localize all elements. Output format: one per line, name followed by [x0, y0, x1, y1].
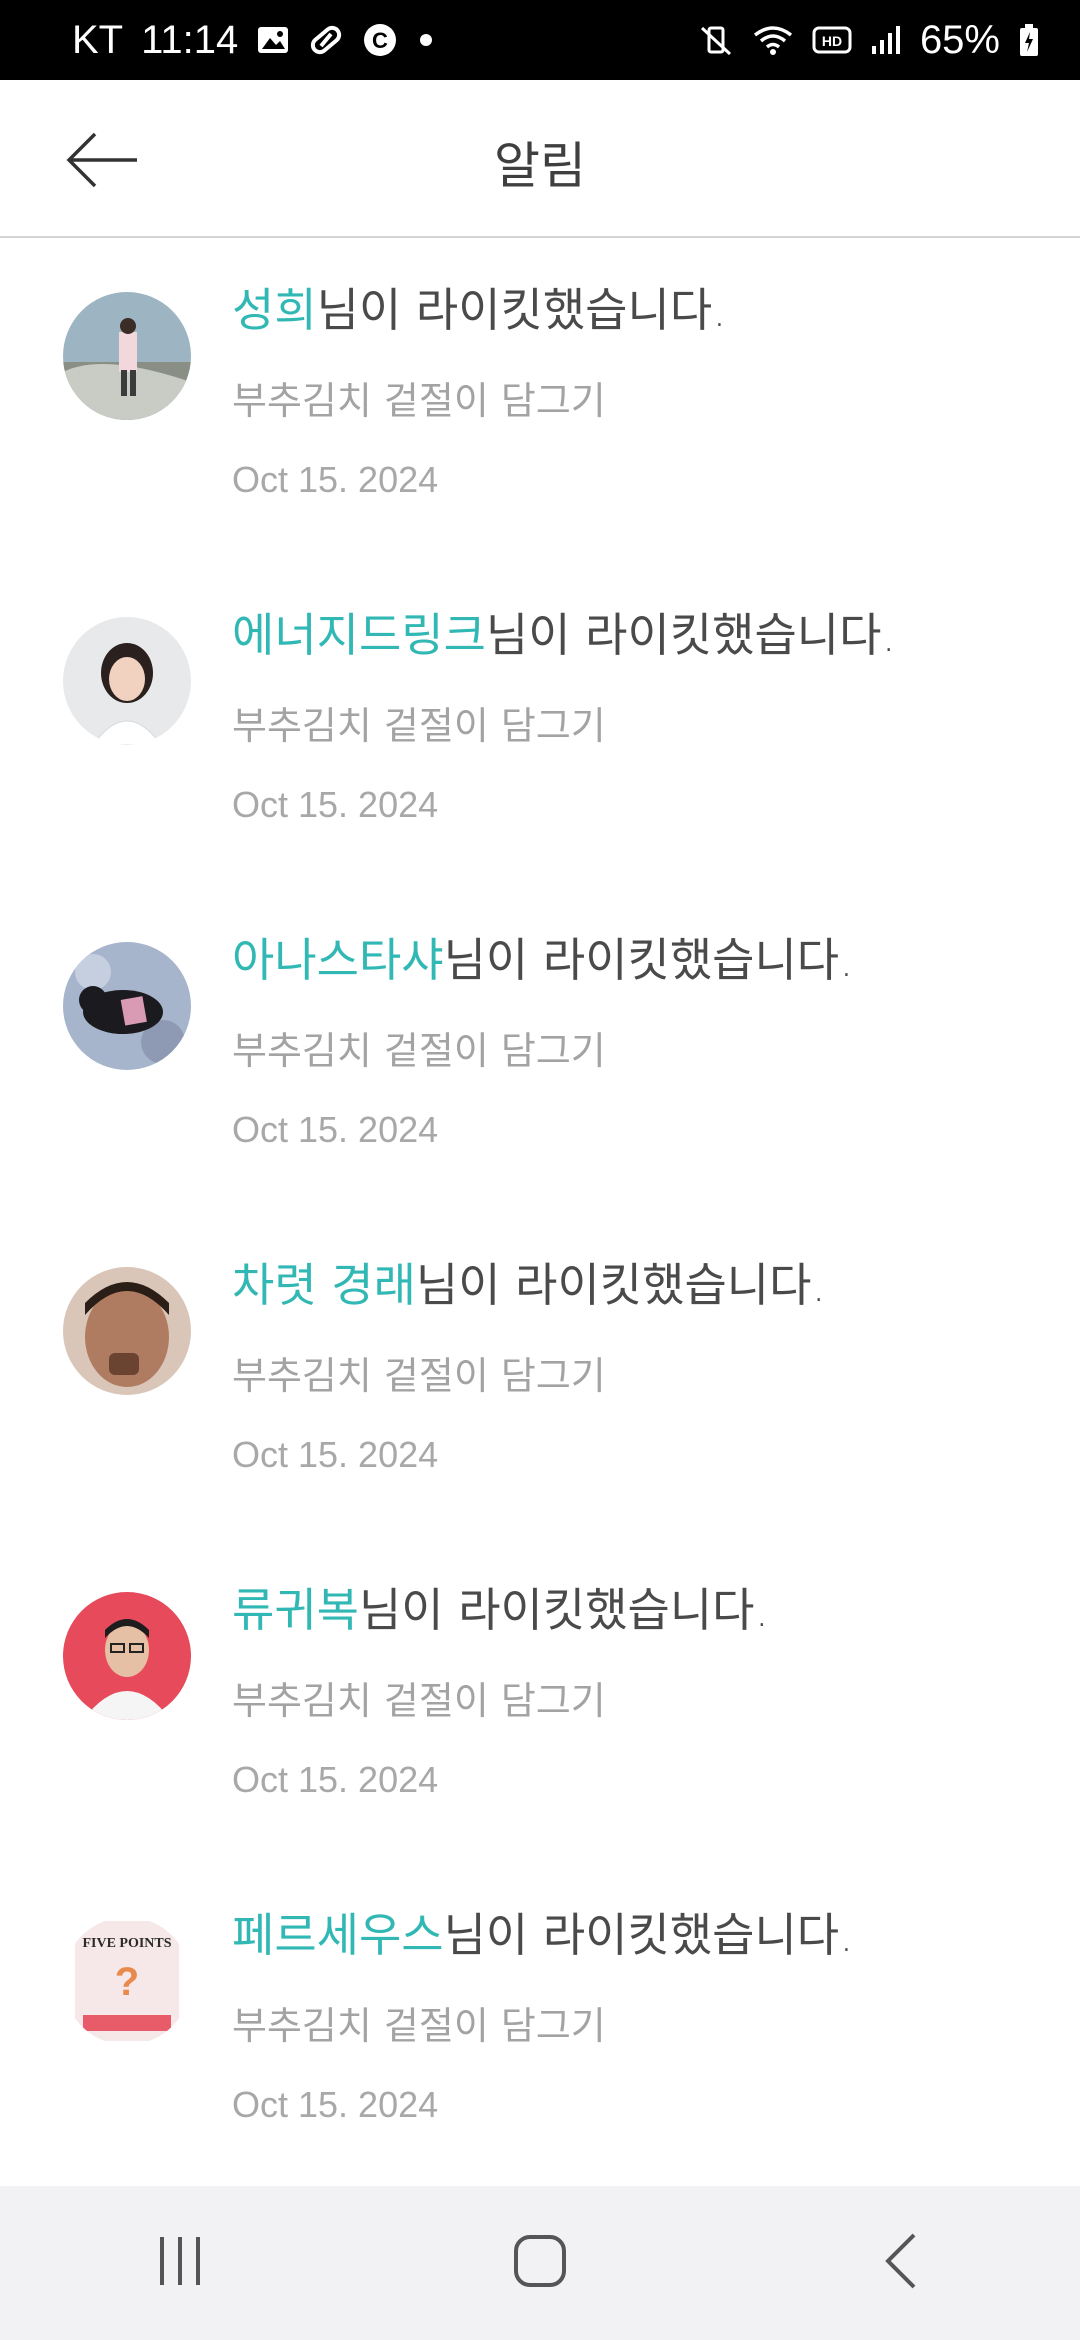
notification-suffix: 님이 라이킷했습니다. — [443, 1908, 854, 1962]
notification-item[interactable]: FIVE POINTS? 페르세우스님이 라이킷했습니다. 부추김치 겉절이 담… — [0, 1865, 1080, 2190]
notification-user[interactable]: 차렷 경래 — [232, 1258, 416, 1312]
notification-date: Oct 15. 2024 — [232, 1758, 439, 1800]
notification-suffix: 님이 라이킷했습니다. — [485, 608, 897, 662]
notification-text: 페르세우스님이 라이킷했습니다. 부추김치 겉절이 담그기 Oct 15. 20… — [232, 1907, 1050, 2126]
notification-message: 성희님이 라이킷했습니다. — [232, 282, 1050, 340]
notification-text: 성희님이 라이킷했습니다. 부추김치 겉절이 담그기 Oct 15. 2024 — [232, 282, 1050, 501]
notification-message: 아나스타샤님이 라이킷했습니다. — [232, 932, 1050, 990]
svg-text:HD: HD — [822, 33, 842, 49]
system-nav-bar — [0, 2186, 1080, 2340]
book-cover-title: FIVE POINTS — [82, 1936, 171, 1951]
home-button[interactable] — [480, 2213, 600, 2313]
notification-message: 페르세우스님이 라이킷했습니다. — [232, 1907, 1050, 1965]
wifi-icon — [752, 23, 794, 57]
notification-user[interactable]: 에너지드링크 — [232, 608, 486, 662]
system-back-button[interactable] — [840, 2213, 960, 2313]
notification-suffix: 님이 라이킷했습니다. — [415, 1258, 827, 1312]
svg-text:C: C — [372, 28, 388, 53]
notification-date: Oct 15. 2024 — [232, 783, 439, 825]
notification-post-title: 부추김치 겉절이 담그기 — [232, 1028, 606, 1073]
home-icon — [513, 2234, 567, 2292]
c-icon: C — [362, 22, 398, 58]
battery-percent: 65% — [919, 17, 1000, 62]
notification-post-title: 부추김치 겉절이 담그기 — [232, 703, 606, 748]
notification-message: 에너지드링크님이 라이킷했습니다. — [232, 607, 1050, 665]
hd-icon: HD — [812, 25, 852, 55]
notification-text: 류귀복님이 라이킷했습니다. 부추김치 겉절이 담그기 Oct 15. 2024 — [232, 1582, 1050, 1801]
notification-item[interactable]: 성희님이 라이킷했습니다. 부추김치 겉절이 담그기 Oct 15. 2024 — [0, 240, 1080, 565]
chevron-left-icon — [880, 2231, 920, 2295]
notification-date: Oct 15. 2024 — [232, 1108, 439, 1150]
notification-date: Oct 15. 2024 — [232, 458, 439, 500]
notification-user[interactable]: 류귀복 — [232, 1583, 359, 1637]
avatar[interactable] — [63, 292, 191, 420]
pill-icon — [308, 22, 344, 58]
notification-date: Oct 15. 2024 — [232, 1433, 439, 1475]
mute-vibrate-icon — [698, 22, 734, 58]
notification-post-title: 부추김치 겉절이 담그기 — [232, 2003, 606, 2048]
carrier-label: KT — [72, 17, 124, 62]
notification-post-title: 부추김치 겉절이 담그기 — [232, 1353, 606, 1398]
notification-user[interactable]: 성희 — [232, 283, 317, 337]
battery-icon — [1018, 23, 1040, 57]
notification-post-title: 부추김치 겉절이 담그기 — [232, 378, 606, 423]
notification-item[interactable]: 아나스타샤님이 라이킷했습니다. 부추김치 겉절이 담그기 Oct 15. 20… — [0, 890, 1080, 1215]
status-bar: KT 11:14 C HD 65% — [0, 0, 1080, 80]
notification-suffix: 님이 라이킷했습니다. — [316, 283, 727, 337]
notification-message: 차렷 경래님이 라이킷했습니다. — [232, 1257, 1050, 1315]
notification-item[interactable]: 차렷 경래님이 라이킷했습니다. 부추김치 겉절이 담그기 Oct 15. 20… — [0, 1215, 1080, 1540]
notification-text: 에너지드링크님이 라이킷했습니다. 부추김치 겉절이 담그기 Oct 15. 2… — [232, 607, 1050, 826]
notification-item[interactable]: 류귀복님이 라이킷했습니다. 부추김치 겉절이 담그기 Oct 15. 2024 — [0, 1540, 1080, 1865]
notification-user[interactable]: 아나스타샤 — [232, 933, 444, 987]
page-title: 알림 — [494, 137, 586, 195]
notification-text: 차렷 경래님이 라이킷했습니다. 부추김치 겉절이 담그기 Oct 15. 20… — [232, 1257, 1050, 1476]
notification-text: 아나스타샤님이 라이킷했습니다. 부추김치 겉절이 담그기 Oct 15. 20… — [232, 932, 1050, 1151]
signal-icon — [870, 24, 902, 56]
notification-suffix: 님이 라이킷했습니다. — [443, 933, 854, 987]
svg-text:?: ? — [115, 1960, 139, 2004]
gallery-icon — [256, 23, 290, 57]
notification-post-title: 부추김치 겉절이 담그기 — [232, 1678, 606, 1723]
notification-item[interactable]: 에너지드링크님이 라이킷했습니다. 부추김치 겉절이 담그기 Oct 15. 2… — [0, 565, 1080, 890]
avatar[interactable] — [63, 1267, 191, 1395]
notification-message: 류귀복님이 라이킷했습니다. — [232, 1582, 1050, 1640]
recent-apps-button[interactable] — [120, 2213, 240, 2313]
avatar[interactable]: FIVE POINTS? — [63, 1917, 191, 2045]
app-header: 알림 — [0, 80, 1080, 238]
dot-icon — [416, 30, 436, 50]
status-left: KT 11:14 C — [72, 18, 436, 63]
avatar[interactable] — [63, 942, 191, 1070]
clock-label: 11:14 — [141, 17, 239, 62]
recent-apps-icon — [154, 2235, 206, 2291]
notification-date: Oct 15. 2024 — [232, 2083, 439, 2125]
status-right: HD 65% — [698, 18, 1040, 63]
notification-suffix: 님이 라이킷했습니다. — [358, 1583, 770, 1637]
avatar[interactable] — [63, 617, 191, 745]
avatar[interactable] — [63, 1592, 191, 1720]
notification-user[interactable]: 페르세우스 — [232, 1908, 444, 1962]
notification-list: 성희님이 라이킷했습니다. 부추김치 겉절이 담그기 Oct 15. 2024 … — [0, 240, 1080, 2190]
